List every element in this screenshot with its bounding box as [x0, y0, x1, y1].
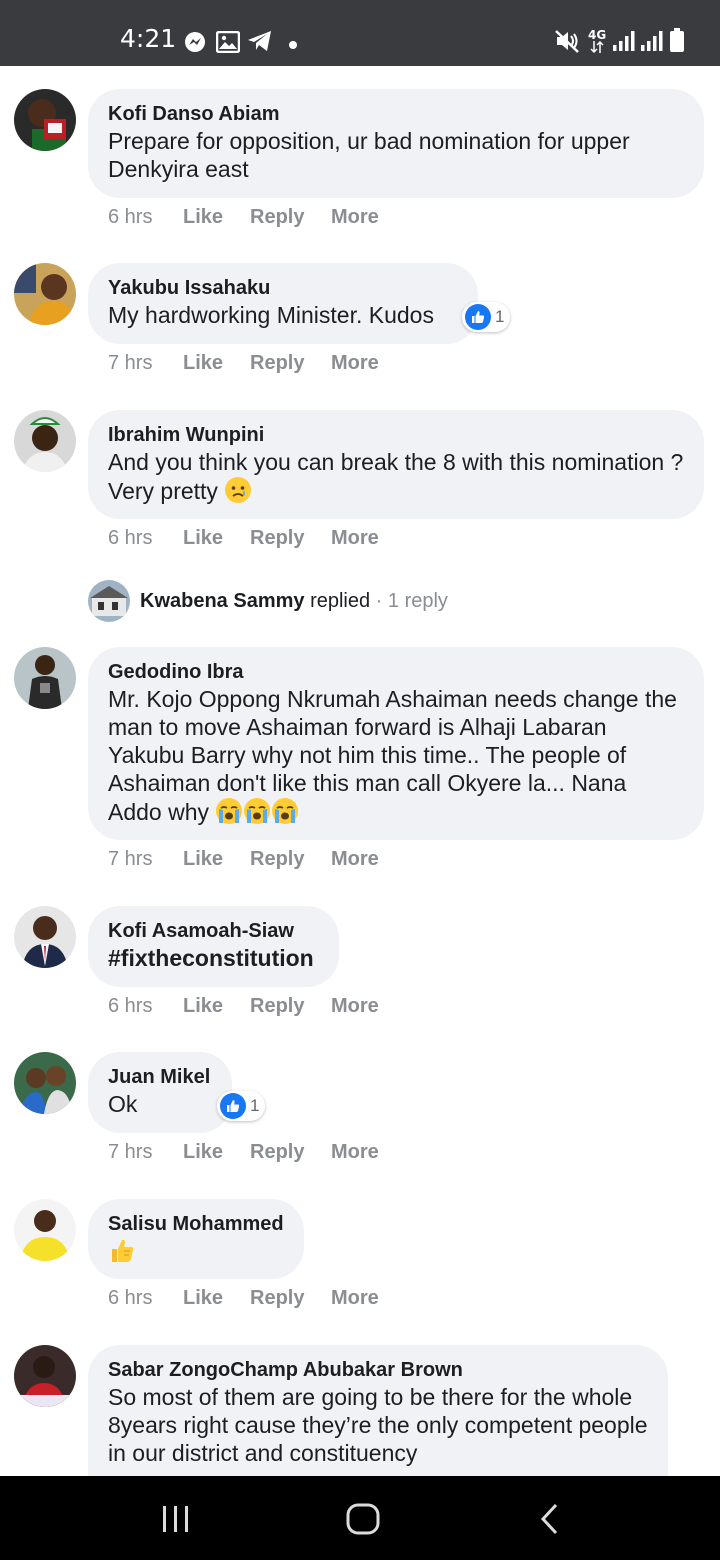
- more-button[interactable]: More: [331, 352, 379, 375]
- like-button[interactable]: Like: [183, 206, 223, 229]
- thumbs-up-emoji: [112, 1239, 134, 1262]
- avatar[interactable]: [14, 1345, 76, 1407]
- avatar[interactable]: [14, 1052, 76, 1114]
- more-notifications-icon: [288, 37, 298, 55]
- more-button[interactable]: More: [331, 527, 379, 550]
- comment-bubble[interactable]: Gedodino Ibra Mr. Kojo Oppong Nkrumah As…: [88, 647, 704, 840]
- more-button[interactable]: More: [331, 1287, 379, 1310]
- comment-text: My hardworking Minister. Kudos: [108, 302, 434, 328]
- replies-separator: ·: [370, 590, 388, 612]
- comment-text: [108, 1237, 284, 1266]
- reply-avatar: [88, 580, 130, 622]
- mute-icon: [554, 28, 580, 59]
- telegram-notification-icon: [247, 29, 273, 58]
- reply-button[interactable]: Reply: [250, 1287, 304, 1310]
- comment-time[interactable]: 6 hrs: [108, 995, 152, 1018]
- comment-author[interactable]: Kofi Danso Abiam: [108, 101, 684, 127]
- reply-button[interactable]: Reply: [250, 1141, 304, 1164]
- reaction-badge[interactable]: 1: [462, 302, 511, 332]
- comment-time[interactable]: 6 hrs: [108, 1287, 152, 1310]
- comment-author[interactable]: Ibrahim Wunpini: [108, 422, 684, 448]
- avatar[interactable]: [14, 647, 76, 709]
- recent-apps-button[interactable]: [160, 1504, 192, 1539]
- comment-bubble[interactable]: Kofi Asamoah-Siaw #fixtheconstitution: [88, 906, 339, 987]
- comment-text: Prepare for opposition, ur bad nominatio…: [108, 128, 630, 182]
- signal-icon: [612, 30, 636, 57]
- reply-button[interactable]: Reply: [250, 206, 304, 229]
- comment-time[interactable]: 6 hrs: [108, 206, 152, 229]
- comment-author[interactable]: Juan Mikel: [108, 1064, 212, 1090]
- reaction-count: 1: [250, 1096, 260, 1115]
- comment-bubble[interactable]: Salisu Mohammed: [88, 1199, 304, 1279]
- comment-bubble[interactable]: Kofi Danso Abiam Prepare for opposition,…: [88, 89, 704, 198]
- messenger-notification-icon: [184, 31, 206, 58]
- more-button[interactable]: More: [331, 848, 379, 871]
- avatar[interactable]: [14, 1199, 76, 1261]
- comment-text: So most of them are going to be there fo…: [108, 1384, 648, 1466]
- comment-author[interactable]: Sabar ZongoChamp Abubakar Brown: [108, 1357, 648, 1383]
- sad-face-emoji: [225, 477, 252, 503]
- replier-name: Kwabena Sammy: [140, 590, 305, 612]
- comment-time[interactable]: 6 hrs: [108, 527, 152, 550]
- status-bar: 4:21 4G: [0, 0, 720, 66]
- crying-face-emoji: [244, 798, 271, 824]
- comment-author[interactable]: Kofi Asamoah-Siaw: [108, 918, 319, 944]
- like-button[interactable]: Like: [183, 1287, 223, 1310]
- like-button[interactable]: Like: [183, 848, 223, 871]
- avatar[interactable]: [14, 906, 76, 968]
- more-button[interactable]: More: [331, 206, 379, 229]
- view-replies[interactable]: Kwabena Sammy replied · 1 reply: [88, 580, 648, 624]
- reply-count: 1 reply: [387, 590, 448, 612]
- like-button[interactable]: Like: [183, 995, 223, 1018]
- comment-text-content: And you think you can break the 8 with t…: [108, 449, 684, 504]
- reaction-badge[interactable]: 1: [217, 1091, 266, 1121]
- like-button[interactable]: Like: [183, 1141, 223, 1164]
- signal-icon-2: [640, 30, 664, 57]
- back-button[interactable]: [538, 1502, 562, 1541]
- comment-bubble[interactable]: Ibrahim Wunpini And you think you can br…: [88, 410, 704, 519]
- status-time: 4:21: [120, 24, 177, 53]
- crying-face-emoji: [216, 798, 243, 824]
- battery-icon: [670, 28, 684, 57]
- comment-author[interactable]: Gedodino Ibra: [108, 659, 684, 685]
- like-button[interactable]: Like: [183, 527, 223, 550]
- comment-author[interactable]: Yakubu Issahaku: [108, 275, 458, 301]
- gallery-notification-icon: [215, 30, 241, 58]
- comment-text[interactable]: #fixtheconstitution: [108, 944, 319, 972]
- comment-bubble[interactable]: Juan Mikel Ok: [88, 1052, 232, 1133]
- like-button[interactable]: Like: [183, 352, 223, 375]
- data-arrows-icon: [590, 40, 604, 59]
- navigation-bar: [0, 1476, 720, 1560]
- comment-bubble[interactable]: Yakubu Issahaku My hardworking Minister.…: [88, 263, 478, 344]
- like-reaction-icon: [220, 1093, 246, 1119]
- replied-label: replied: [310, 590, 371, 612]
- like-reaction-icon: [465, 304, 491, 330]
- comment-time[interactable]: 7 hrs: [108, 352, 152, 375]
- reply-button[interactable]: Reply: [250, 352, 304, 375]
- reaction-count: 1: [495, 307, 505, 326]
- comment-text: And you think you can break the 8 with t…: [108, 448, 684, 505]
- reply-button[interactable]: Reply: [250, 995, 304, 1018]
- avatar[interactable]: [14, 89, 76, 151]
- crying-face-emoji: [272, 798, 299, 824]
- comment-text-content: Mr. Kojo Oppong Nkrumah Ashaiman needs c…: [108, 686, 677, 825]
- home-button[interactable]: [345, 1502, 381, 1541]
- comment-time[interactable]: 7 hrs: [108, 848, 152, 871]
- comment-author[interactable]: Salisu Mohammed: [108, 1211, 284, 1237]
- comment-text: Mr. Kojo Oppong Nkrumah Ashaiman needs c…: [108, 685, 684, 826]
- comment-feed[interactable]: Kofi Danso Abiam Prepare for opposition,…: [0, 66, 720, 1476]
- avatar[interactable]: [14, 410, 76, 472]
- reply-button[interactable]: Reply: [250, 848, 304, 871]
- more-button[interactable]: More: [331, 995, 379, 1018]
- comment-time[interactable]: 7 hrs: [108, 1141, 152, 1164]
- more-button[interactable]: More: [331, 1141, 379, 1164]
- avatar[interactable]: [14, 263, 76, 325]
- comment-text: Ok: [108, 1091, 138, 1117]
- reply-button[interactable]: Reply: [250, 527, 304, 550]
- comment-bubble[interactable]: Sabar ZongoChamp Abubakar Brown So most …: [88, 1345, 668, 1476]
